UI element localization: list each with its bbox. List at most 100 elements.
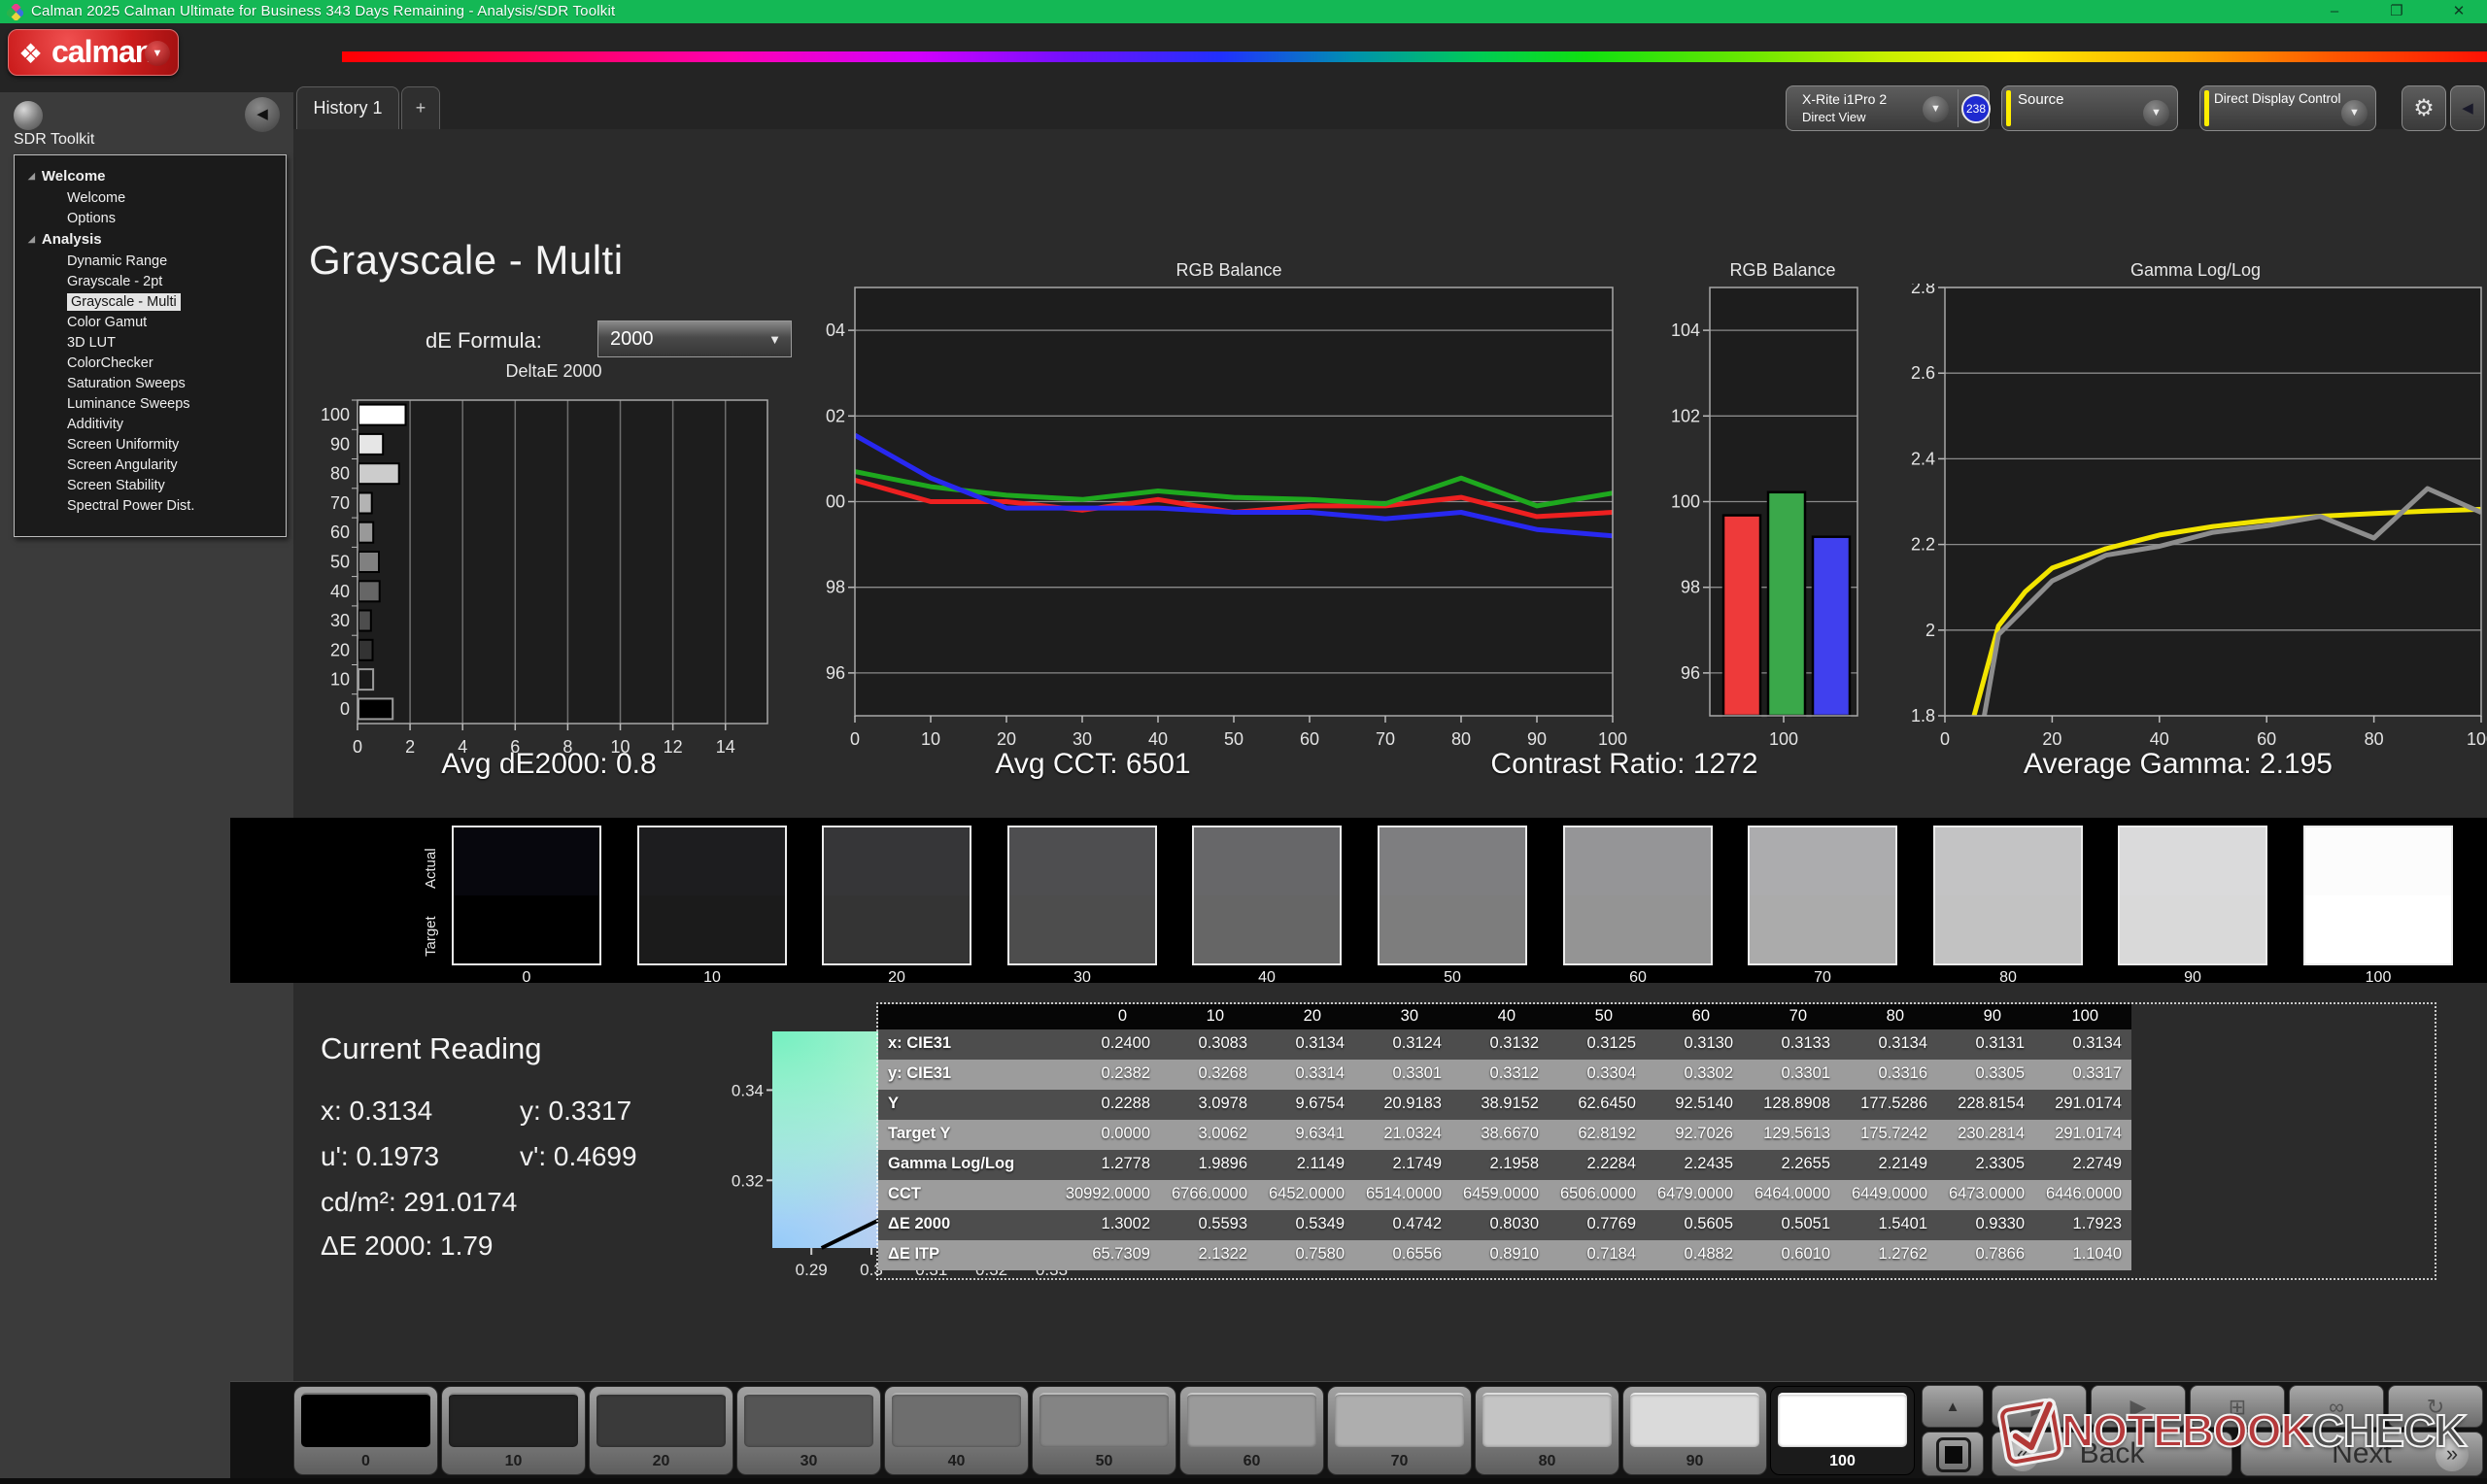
tab-add-button[interactable]: + [401, 86, 440, 129]
transport-button-1[interactable]: ▶ [1992, 1385, 2087, 1428]
column-header-70: 70 [1743, 1004, 1840, 1029]
sphere-button[interactable] [14, 101, 43, 130]
meter-dropdown-arrow-icon[interactable]: ▼ [1923, 96, 1949, 122]
column-header-100: 100 [2034, 1004, 2131, 1029]
sidebar-item-additivity[interactable]: Additivity [28, 414, 286, 434]
settings-gear-button[interactable]: ⚙ [2402, 85, 2446, 131]
column-header-80: 80 [1840, 1004, 1937, 1029]
collapse-panel-button[interactable]: ◀ [2450, 85, 2485, 131]
sidebar-item-colorchecker[interactable]: ColorChecker [28, 353, 286, 373]
meter-mode: Direct View [1802, 110, 1866, 124]
patch-button-60[interactable]: 60 [1179, 1386, 1324, 1475]
patch-button-10[interactable]: 10 [441, 1386, 586, 1475]
swatch-target [2305, 895, 2451, 963]
svg-text:1.8: 1.8 [1911, 706, 1935, 725]
source-dropdown-arrow-icon[interactable]: ▼ [2143, 100, 2169, 126]
sidebar-item-color-gamut[interactable]: Color Gamut [28, 312, 286, 332]
meter-name: X-Rite i1Pro 2 [1802, 91, 1887, 107]
swatch-label: 30 [1007, 969, 1157, 987]
patch-window-button[interactable] [1922, 1432, 1984, 1476]
patch-button-100[interactable]: 100 [1770, 1386, 1915, 1475]
sidebar-item-grayscale-multi[interactable]: Grayscale - Multi [28, 291, 286, 312]
de-formula-dropdown[interactable]: 2000▼ [597, 320, 792, 357]
sidebar-item-screen-angularity[interactable]: Screen Angularity [28, 455, 286, 475]
tab-history-1[interactable]: History 1 [296, 86, 399, 129]
row-label: y: CIE31 [878, 1060, 1063, 1090]
transport-button-3[interactable]: ⊞ [2190, 1385, 2285, 1428]
patch-label: 100 [1771, 1453, 1914, 1470]
svg-text:2: 2 [405, 737, 415, 757]
tree-group-analysis[interactable]: ◢Analysis [28, 228, 286, 251]
svg-text:90: 90 [330, 434, 350, 454]
svg-text:0.34: 0.34 [732, 1081, 764, 1099]
sidebar-item-options[interactable]: Options [28, 208, 286, 228]
sidebar-item-spectral-power-dist-[interactable]: Spectral Power Dist. [28, 495, 286, 516]
cell-value: 3.0978 [1160, 1090, 1257, 1120]
restore-button[interactable]: ❐ [2372, 0, 2421, 23]
reading-v: v': 0.4699 [520, 1141, 637, 1172]
sidebar-item-dynamic-range[interactable]: Dynamic Range [28, 251, 286, 271]
cell-value: 0.5349 [1257, 1210, 1354, 1240]
measurement-table-selection[interactable]: 0102030405060708090100x: CIE310.24000.30… [876, 1002, 2436, 1280]
patch-label: 20 [590, 1453, 732, 1470]
table-row-target-y: Target Y0.00003.00629.634121.032438.6670… [878, 1120, 2131, 1150]
svg-text:98: 98 [1681, 578, 1700, 597]
patch-button-0[interactable]: 0 [293, 1386, 438, 1475]
source-label: Source [2018, 91, 2064, 108]
sidebar-item-saturation-sweeps[interactable]: Saturation Sweeps [28, 373, 286, 393]
swatch-30 [1007, 826, 1157, 965]
title-bar: Calman 2025 Calman Ultimate for Business… [0, 0, 2487, 23]
reading-u: u': 0.1973 [321, 1141, 439, 1172]
calman-menu-dropdown-icon[interactable]: ▼ [145, 41, 170, 66]
sidebar-collapse-button[interactable]: ◀ [245, 97, 280, 132]
sidebar-item-luminance-sweeps[interactable]: Luminance Sweeps [28, 393, 286, 414]
transport-button-2[interactable]: ▶ [2091, 1385, 2186, 1428]
calman-menu-button[interactable]: ❖ calman ▼ [8, 29, 179, 76]
patch-button-90[interactable]: 90 [1622, 1386, 1767, 1475]
column-header-50: 50 [1549, 1004, 1646, 1029]
table-corner [878, 1004, 1063, 1029]
patch-button-80[interactable]: 80 [1475, 1386, 1619, 1475]
sidebar-item-grayscale-2pt[interactable]: Grayscale - 2pt [28, 271, 286, 291]
svg-text:2.6: 2.6 [1911, 363, 1935, 383]
sidebar-item-screen-stability[interactable]: Screen Stability [28, 475, 286, 495]
cell-value: 0.3305 [1937, 1060, 2034, 1090]
minimize-button[interactable]: – [2310, 0, 2359, 23]
patch-list-up-button[interactable]: ▲ [1922, 1385, 1984, 1428]
patch-button-50[interactable]: 50 [1032, 1386, 1176, 1475]
patch-button-20[interactable]: 20 [589, 1386, 733, 1475]
patch-button-30[interactable]: 30 [736, 1386, 881, 1475]
cell-value: 2.2284 [1549, 1150, 1646, 1180]
swatch-label: 10 [637, 969, 787, 987]
sidebar-item-welcome[interactable]: Welcome [28, 187, 286, 208]
cell-value: 0.3304 [1549, 1060, 1646, 1090]
swatch-target [639, 895, 785, 963]
expander-icon: ◢ [28, 234, 35, 244]
transport-button-5[interactable]: ↻ [2388, 1385, 2483, 1428]
source-dropdown[interactable]: Source ▼ [2001, 85, 2178, 131]
close-button[interactable]: ✕ [2435, 0, 2483, 23]
patch-button-70[interactable]: 70 [1327, 1386, 1472, 1475]
expander-icon: ◢ [28, 171, 35, 181]
sidebar-item-screen-uniformity[interactable]: Screen Uniformity [28, 434, 286, 455]
svg-text:40: 40 [2150, 729, 2169, 749]
cell-value: 2.2149 [1840, 1150, 1937, 1180]
swatch-label: 100 [2303, 969, 2453, 987]
display-control-dropdown-arrow-icon[interactable]: ▼ [2341, 100, 2368, 126]
display-control-dropdown[interactable]: Direct Display Control ▼ [2199, 85, 2376, 131]
table-header-row: 0102030405060708090100 [878, 1004, 2131, 1029]
cell-value: 92.5140 [1646, 1090, 1743, 1120]
svg-text:80: 80 [1451, 729, 1471, 749]
tree-group-welcome[interactable]: ◢Welcome [28, 165, 286, 187]
column-header-0: 0 [1063, 1004, 1160, 1029]
calman-window: Calman 2025 Calman Ultimate for Business… [0, 0, 2487, 1484]
patch-swatch [1187, 1393, 1316, 1447]
sidebar-item-3d-lut[interactable]: 3D LUT [28, 332, 286, 353]
stat-contrast-ratio: Contrast Ratio: 1272 [1490, 748, 1757, 781]
back-button[interactable]: « Back [1992, 1432, 2232, 1476]
patch-button-40[interactable]: 40 [884, 1386, 1029, 1475]
swatch-target [824, 895, 970, 963]
meter-dropdown[interactable]: X-Rite i1Pro 2 Direct View ▼ 238 [1786, 85, 1990, 131]
next-button[interactable]: Next » [2240, 1432, 2483, 1476]
transport-button-4[interactable]: ∞ [2289, 1385, 2384, 1428]
